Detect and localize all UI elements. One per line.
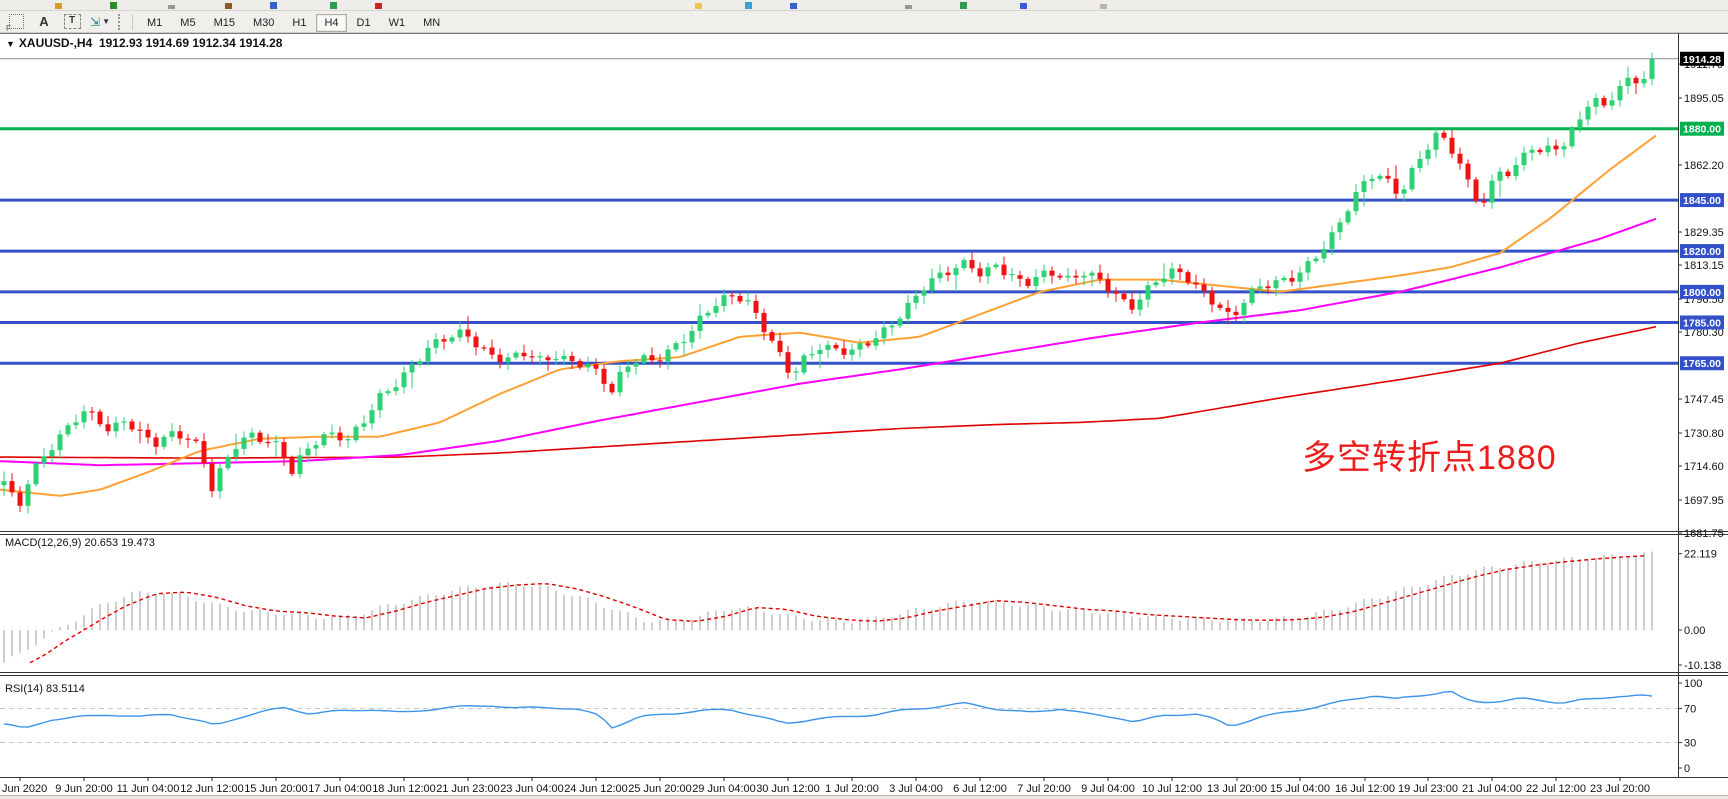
main-toolbar: A T ⇲▼ M1M5M15M30H1H4D1W1MN bbox=[0, 11, 1728, 33]
timeframe-button-MN[interactable]: MN bbox=[415, 14, 448, 32]
svg-text:16 Jul 12:00: 16 Jul 12:00 bbox=[1335, 783, 1395, 795]
svg-text:1800.00: 1800.00 bbox=[1683, 287, 1721, 299]
svg-text:22.119: 22.119 bbox=[1684, 549, 1717, 561]
timeframe-button-M30[interactable]: M30 bbox=[245, 14, 282, 32]
svg-text:1714.60: 1714.60 bbox=[1684, 461, 1724, 473]
arrows-icon[interactable]: ⇲▼ bbox=[88, 13, 112, 31]
svg-text:1862.20: 1862.20 bbox=[1684, 160, 1724, 172]
timeframe-button-W1[interactable]: W1 bbox=[381, 14, 414, 32]
svg-text:21 Jul 04:00: 21 Jul 04:00 bbox=[1462, 783, 1522, 795]
chevron-down-icon[interactable]: ▼ bbox=[102, 17, 110, 26]
symbol-ohlc-bar[interactable]: ▼ XAUUSD-,H4 1912.93 1914.69 1912.34 1914… bbox=[6, 36, 282, 50]
svg-text:-10.138: -10.138 bbox=[1684, 660, 1721, 672]
timeframe-button-M1[interactable]: M1 bbox=[139, 14, 170, 32]
status-bar-edge bbox=[0, 795, 1728, 799]
svg-text:9 Jun 20:00: 9 Jun 20:00 bbox=[55, 783, 113, 795]
svg-text:8 Jun 2020: 8 Jun 2020 bbox=[0, 783, 47, 795]
svg-text:1895.05: 1895.05 bbox=[1684, 93, 1724, 105]
symbol-dropdown-icon[interactable]: ▼ bbox=[6, 39, 15, 49]
fibonacci-icon[interactable] bbox=[4, 13, 28, 31]
svg-text:1785.00: 1785.00 bbox=[1683, 317, 1721, 329]
svg-text:23 Jun 04:00: 23 Jun 04:00 bbox=[500, 783, 564, 795]
top-toolbar-clipped[interactable] bbox=[0, 0, 1728, 11]
macd-indicator-label: MACD(12,26,9) 20.653 19.473 bbox=[5, 537, 155, 549]
svg-text:6 Jul 12:00: 6 Jul 12:00 bbox=[953, 783, 1007, 795]
mt4-window: { "toolbar": { "icons": [ {"name":"fibon… bbox=[0, 0, 1728, 799]
rsi-indicator-label: RSI(14) 83.5114 bbox=[5, 683, 85, 695]
svg-text:1765.00: 1765.00 bbox=[1683, 358, 1721, 370]
timeframe-button-H1[interactable]: H1 bbox=[284, 14, 314, 32]
svg-text:21 Jun 23:00: 21 Jun 23:00 bbox=[436, 783, 500, 795]
svg-text:7 Jul 20:00: 7 Jul 20:00 bbox=[1017, 783, 1071, 795]
toolbar-drag-handle[interactable] bbox=[118, 14, 124, 30]
svg-text:1730.80: 1730.80 bbox=[1684, 428, 1724, 440]
chart-text-annotation: 多空转折点1880 bbox=[1302, 430, 1557, 479]
svg-text:100: 100 bbox=[1684, 678, 1702, 690]
price-chart-canvas[interactable]: 1911.701895.051862.201829.351813.151796.… bbox=[0, 33, 1728, 795]
svg-text:0.00: 0.00 bbox=[1684, 625, 1705, 637]
text-label-icon[interactable]: A bbox=[32, 13, 56, 31]
svg-text:1681.75: 1681.75 bbox=[1684, 528, 1724, 540]
svg-text:1747.45: 1747.45 bbox=[1684, 394, 1724, 406]
toolbar-separator bbox=[132, 14, 133, 30]
svg-text:1820.00: 1820.00 bbox=[1683, 246, 1721, 258]
svg-text:70: 70 bbox=[1684, 704, 1696, 716]
svg-text:19 Jul 23:00: 19 Jul 23:00 bbox=[1398, 783, 1458, 795]
svg-text:1697.95: 1697.95 bbox=[1684, 495, 1724, 507]
svg-text:22 Jul 12:00: 22 Jul 12:00 bbox=[1526, 783, 1586, 795]
svg-text:10 Jul 12:00: 10 Jul 12:00 bbox=[1142, 783, 1202, 795]
svg-text:30: 30 bbox=[1684, 738, 1696, 750]
svg-text:3 Jul 04:00: 3 Jul 04:00 bbox=[889, 783, 943, 795]
svg-text:1813.15: 1813.15 bbox=[1684, 260, 1724, 272]
svg-text:9 Jul 04:00: 9 Jul 04:00 bbox=[1081, 783, 1135, 795]
symbol-title: XAUUSD-,H4 bbox=[19, 36, 92, 50]
svg-text:0: 0 bbox=[1684, 763, 1690, 775]
timeframe-button-D1[interactable]: D1 bbox=[349, 14, 379, 32]
svg-text:1845.00: 1845.00 bbox=[1683, 195, 1721, 207]
svg-text:13 Jul 20:00: 13 Jul 20:00 bbox=[1207, 783, 1267, 795]
svg-text:11 Jun 04:00: 11 Jun 04:00 bbox=[117, 783, 180, 795]
svg-text:1914.28: 1914.28 bbox=[1683, 54, 1721, 66]
svg-text:1 Jul 20:00: 1 Jul 20:00 bbox=[825, 783, 879, 795]
svg-text:1880.00: 1880.00 bbox=[1683, 124, 1721, 136]
svg-text:23 Jul 20:00: 23 Jul 20:00 bbox=[1590, 783, 1650, 795]
svg-text:29 Jun 04:00: 29 Jun 04:00 bbox=[692, 783, 756, 795]
timeframe-button-M15[interactable]: M15 bbox=[206, 14, 243, 32]
svg-text:30 Jun 12:00: 30 Jun 12:00 bbox=[756, 783, 820, 795]
svg-text:24 Jun 12:00: 24 Jun 12:00 bbox=[564, 783, 628, 795]
svg-text:12 Jun 12:00: 12 Jun 12:00 bbox=[180, 783, 244, 795]
svg-text:25 Jun 20:00: 25 Jun 20:00 bbox=[628, 783, 692, 795]
timeframe-button-group: M1M5M15M30H1H4D1W1MN bbox=[138, 13, 449, 31]
svg-text:15 Jul 04:00: 15 Jul 04:00 bbox=[1270, 783, 1330, 795]
svg-text:17 Jun 04:00: 17 Jun 04:00 bbox=[308, 783, 372, 795]
timeframe-button-H4[interactable]: H4 bbox=[316, 14, 346, 32]
timeframe-button-M5[interactable]: M5 bbox=[172, 14, 203, 32]
svg-text:15 Jun 20:00: 15 Jun 20:00 bbox=[244, 783, 308, 795]
text-icon[interactable]: T bbox=[60, 13, 84, 31]
svg-text:18 Jun 12:00: 18 Jun 12:00 bbox=[372, 783, 436, 795]
chart-area[interactable]: ▼ XAUUSD-,H4 1912.93 1914.69 1912.34 1914… bbox=[0, 33, 1728, 795]
symbol-ohlc-values: 1912.93 1914.69 1912.34 1914.28 bbox=[99, 36, 283, 50]
svg-text:1829.35: 1829.35 bbox=[1684, 227, 1724, 239]
